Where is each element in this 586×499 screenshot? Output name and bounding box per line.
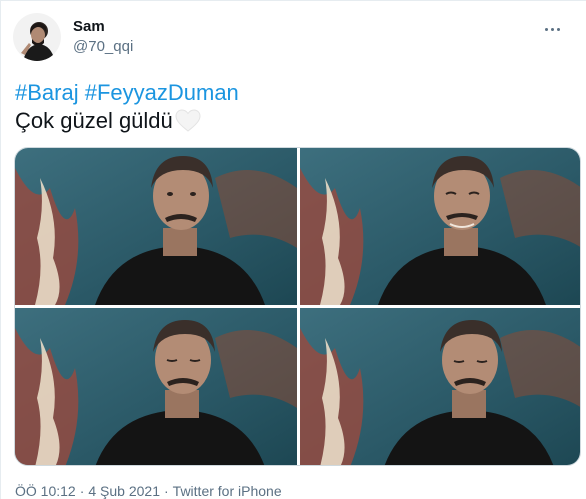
- meta-separator: ·: [164, 483, 169, 499]
- media-photo-4[interactable]: [300, 308, 580, 465]
- media-photo-1[interactable]: [15, 148, 297, 305]
- tweet-meta: ÖÖ 10:12 · 4 Şub 2021 · Twitter for iPho…: [15, 482, 282, 499]
- tweet-date[interactable]: 4 Şub 2021: [88, 482, 160, 499]
- tweet-source[interactable]: Twitter for iPhone: [173, 482, 282, 499]
- avatar[interactable]: [13, 13, 61, 61]
- hashtag-feyyazduman[interactable]: #FeyyazDuman: [85, 80, 239, 105]
- media-photo-2[interactable]: [300, 148, 580, 305]
- tweet-card[interactable]: Sam @70_qqi #Baraj #FeyyazDuman Çok güze…: [0, 0, 586, 499]
- hashtag-line: #Baraj #FeyyazDuman: [15, 79, 575, 107]
- hashtag-baraj[interactable]: #Baraj: [15, 80, 79, 105]
- tweet-text: #Baraj #FeyyazDuman Çok güzel güldü: [15, 79, 575, 135]
- tweet-time[interactable]: ÖÖ 10:12: [15, 482, 76, 499]
- white-heart-icon: [175, 109, 201, 133]
- more-options-icon[interactable]: [538, 15, 566, 43]
- meta-separator: ·: [79, 483, 85, 499]
- media-photo-3[interactable]: [15, 308, 297, 465]
- tweet-header: Sam @70_qqi: [13, 13, 574, 65]
- author-display-name[interactable]: Sam: [73, 17, 133, 37]
- tweet-body-text: Çok güzel güldü: [15, 108, 173, 133]
- author-handle[interactable]: @70_qqi: [73, 37, 133, 57]
- media-grid[interactable]: [14, 147, 581, 466]
